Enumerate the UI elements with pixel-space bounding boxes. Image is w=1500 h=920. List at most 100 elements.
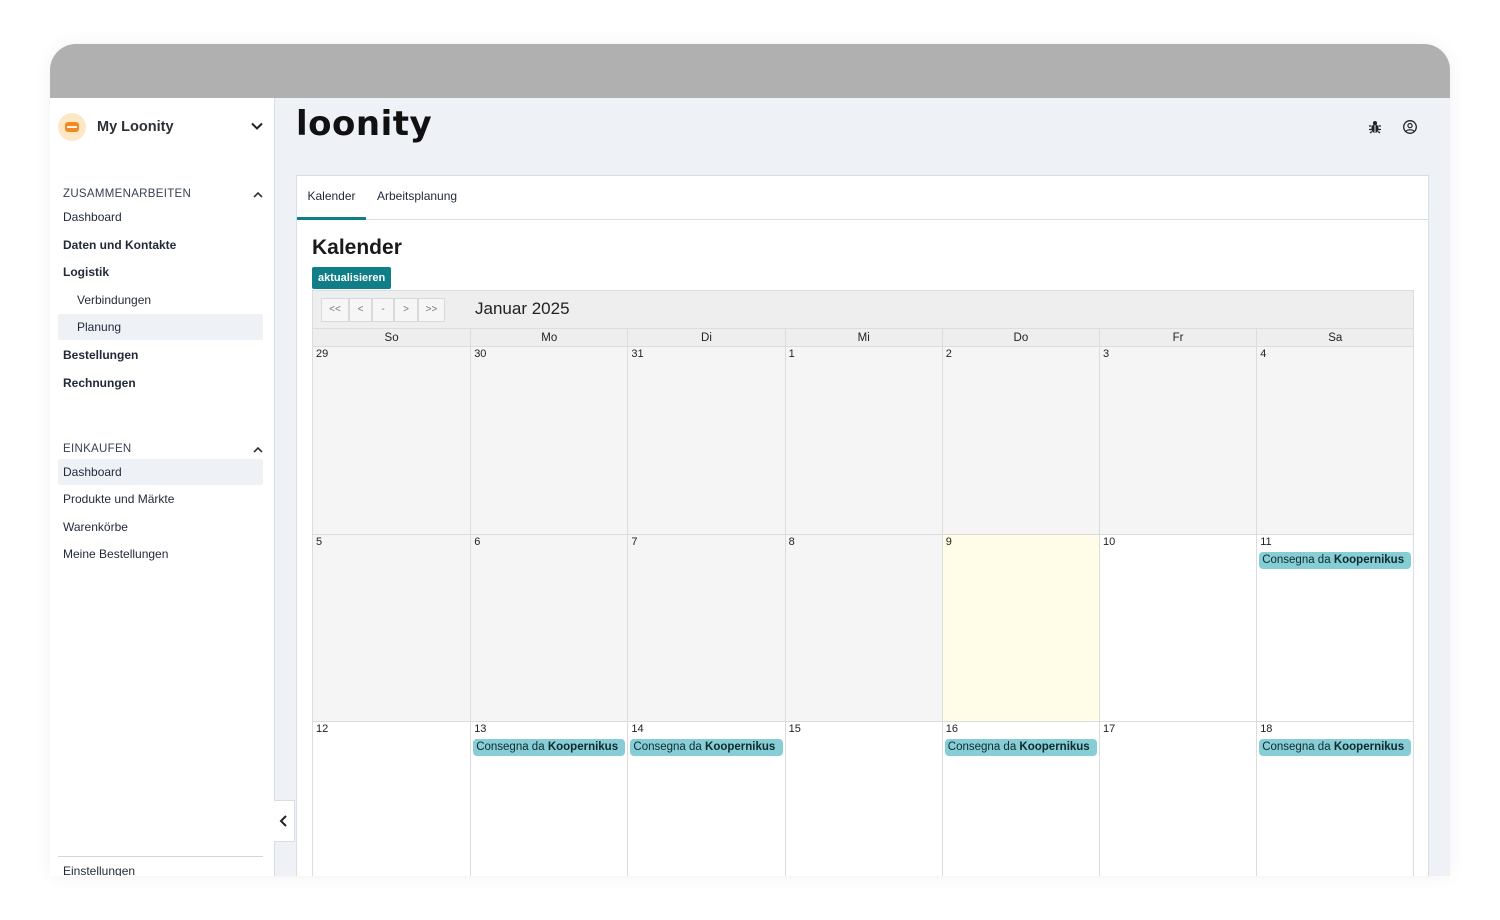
day-number: 3 — [1103, 348, 1110, 360]
event-prefix: Consegna da — [633, 741, 706, 753]
calendar-event[interactable]: Consegna da Koopernikus — [944, 739, 1097, 756]
event-name: Koopernikus — [1333, 554, 1405, 566]
day-number: 2 — [945, 348, 952, 360]
weekday-header: Di — [627, 329, 784, 347]
event-name: Koopernikus — [1019, 741, 1090, 753]
chevron-down-icon — [251, 122, 263, 130]
day-number: 18 — [1260, 723, 1273, 735]
calendar-event[interactable]: Consegna da Koopernikus — [630, 739, 783, 756]
event-name: Koopernikus — [1333, 741, 1405, 753]
main-card: Kalender Arbeitsplanung Kalender aktuali… — [296, 175, 1429, 876]
calendar-day[interactable]: 17 — [1099, 721, 1257, 876]
calendar-day[interactable]: 6 — [470, 534, 628, 721]
sidebar-item-dashboard[interactable]: Dashboard — [58, 204, 263, 230]
user-circle-icon[interactable] — [1402, 119, 1418, 135]
calendar-day[interactable]: 3 — [1099, 347, 1257, 534]
event-name: Koopernikus — [705, 741, 776, 753]
day-number: 12 — [316, 723, 329, 735]
calendar-day[interactable]: 12 — [313, 721, 471, 876]
next-month-button[interactable]: > — [394, 298, 418, 322]
calendar-day[interactable]: 9 — [941, 534, 1099, 721]
chevron-left-icon — [279, 815, 287, 827]
app-window: My Loonity ZUSAMMENARBEITEN Dashboard Da… — [50, 44, 1450, 876]
calendar-day[interactable]: 16 Consegna da Koopernikus — [941, 721, 1099, 876]
org-logo — [58, 113, 86, 141]
tab-kalender[interactable]: Kalender — [297, 176, 366, 220]
event-prefix: Consegna da — [1262, 554, 1334, 566]
calendar-day[interactable]: 30 — [470, 347, 628, 534]
event-prefix: Consegna da — [476, 741, 548, 753]
day-number: 15 — [788, 723, 801, 735]
calendar: << < - > >> Januar 2025 So Mo Di Mi Do Fr Sa 2… — [312, 290, 1414, 876]
calendar-day[interactable]: 11 Consegna da Koopernikus — [1256, 534, 1414, 721]
day-number: 10 — [1103, 536, 1116, 548]
calendar-day[interactable]: 5 — [313, 534, 471, 721]
sidebar-item-planung[interactable]: Planung — [58, 314, 263, 340]
tab-bar: Kalender Arbeitsplanung — [297, 176, 1428, 220]
sidebar-item-bestellungen[interactable]: Bestellungen — [58, 342, 263, 368]
chevron-up-icon[interactable] — [252, 189, 264, 201]
calendar-event[interactable]: Consegna da Koopernikus — [1259, 739, 1412, 756]
prev-month-button[interactable]: < — [349, 298, 372, 322]
day-number: 7 — [631, 536, 638, 548]
calendar-day[interactable]: 2 — [941, 347, 1099, 534]
weekday-header: Sa — [1256, 329, 1413, 347]
weekday-header: Fr — [1099, 329, 1256, 347]
page-title: Kalender — [312, 236, 402, 259]
refresh-button[interactable]: aktualisieren — [312, 267, 392, 289]
today-button[interactable]: - — [372, 298, 394, 322]
day-number: 4 — [1260, 348, 1267, 360]
bug-icon[interactable] — [1367, 119, 1383, 135]
calendar-day[interactable]: 29 — [313, 347, 471, 534]
org-name: My Loonity — [97, 119, 174, 135]
day-number: 9 — [945, 536, 952, 548]
calendar-day[interactable]: 13 Consegna da Koopernikus — [470, 721, 628, 876]
calendar-day[interactable]: 31 — [627, 347, 785, 534]
prev-year-button[interactable]: << — [321, 298, 349, 322]
sidebar-item-rechnungen[interactable]: Rechnungen — [58, 370, 263, 396]
calendar-day[interactable]: 7 — [627, 534, 785, 721]
weekday-header: Mi — [784, 329, 942, 347]
sidebar-item-daten-und-kontakte[interactable]: Daten und Kontakte — [58, 232, 263, 258]
calendar-day[interactable]: 10 — [1099, 534, 1257, 721]
day-number: 13 — [474, 723, 487, 735]
next-year-button[interactable]: >> — [418, 298, 445, 322]
weekday-header-row: So Mo Di Mi Do Fr Sa — [313, 329, 1413, 347]
sidebar-item-produkte-und-maerkte[interactable]: Produkte und Märkte — [58, 486, 263, 512]
sidebar-item-einkaufen-dashboard[interactable]: Dashboard — [58, 459, 263, 485]
calendar-event[interactable]: Consegna da Koopernikus — [1259, 552, 1412, 569]
day-number: 1 — [788, 348, 795, 360]
event-prefix: Consegna da — [947, 741, 1020, 753]
day-number: 31 — [631, 348, 644, 360]
sidebar-divider — [58, 856, 263, 857]
sidebar-item-logistik[interactable]: Logistik — [58, 259, 263, 285]
brand-logo: loonity — [296, 104, 433, 144]
sidebar-item-meine-bestellungen[interactable]: Meine Bestellungen — [58, 541, 263, 567]
day-number: 14 — [631, 723, 644, 735]
calendar-day[interactable]: 8 — [784, 534, 942, 721]
section-title-einkaufen: EINKAUFEN — [63, 443, 132, 455]
event-name: Koopernikus — [547, 741, 619, 753]
calendar-day[interactable]: 18 Consegna da Koopernikus — [1256, 721, 1414, 876]
day-number: 6 — [474, 536, 481, 548]
event-prefix: Consegna da — [1262, 741, 1334, 753]
day-number: 5 — [316, 536, 323, 548]
sidebar: My Loonity ZUSAMMENARBEITEN Dashboard Da… — [50, 98, 275, 876]
tab-arbeitsplanung[interactable]: Arbeitsplanung — [377, 176, 457, 220]
calendar-day[interactable]: 4 — [1256, 347, 1414, 534]
day-number: 30 — [474, 348, 487, 360]
sidebar-item-einstellungen[interactable]: Einstellungen — [63, 864, 135, 876]
calendar-day[interactable]: 14 Consegna da Koopernikus — [627, 721, 785, 876]
chevron-up-icon[interactable] — [252, 444, 264, 456]
sidebar-collapse-button[interactable] — [274, 800, 295, 842]
org-switcher[interactable]: My Loonity — [58, 112, 265, 142]
calendar-day[interactable]: 1 — [784, 347, 942, 534]
sidebar-item-warenkoerbe[interactable]: Warenkörbe — [58, 514, 263, 540]
sidebar-item-verbindungen[interactable]: Verbindungen — [58, 287, 263, 313]
weekday-header: Do — [941, 329, 1099, 347]
weekday-header: So — [384, 332, 399, 344]
calendar-day[interactable]: 15 — [784, 721, 942, 876]
day-number: 16 — [945, 723, 959, 735]
calendar-event[interactable]: Consegna da Koopernikus — [473, 739, 626, 756]
section-title-zusammenarbeiten: ZUSAMMENARBEITEN — [63, 188, 192, 200]
